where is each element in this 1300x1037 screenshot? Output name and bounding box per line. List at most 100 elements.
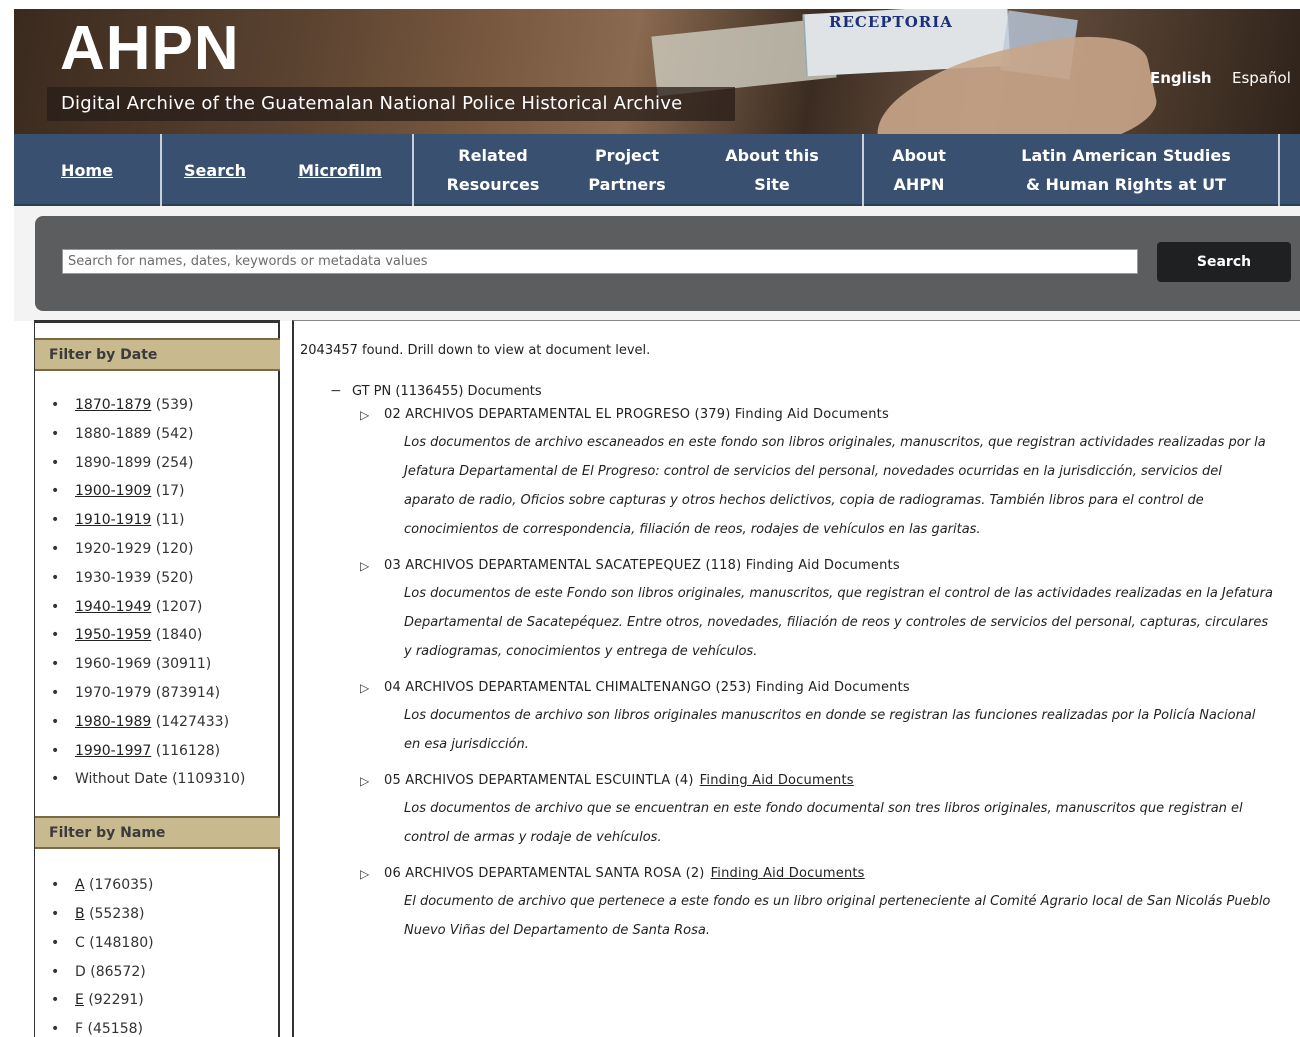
name-filter-count: (55238): [89, 905, 145, 922]
filter-sidebar: Filter by Date 1870-1879 (539) 1880-1889…: [34, 320, 280, 1037]
date-filter-link[interactable]: 1880-1889: [75, 426, 151, 442]
date-filter-count: (1207): [155, 598, 203, 615]
name-filter-link[interactable]: F: [75, 1021, 83, 1037]
search-button[interactable]: Search: [1157, 242, 1291, 282]
expand-arrow-icon[interactable]: ▷: [360, 559, 384, 573]
nav-home[interactable]: Home: [14, 134, 162, 206]
tree-node-label[interactable]: 05 ARCHIVOS DEPARTAMENTAL ESCUINTLA (4): [384, 773, 694, 788]
date-filter-link[interactable]: 1970-1979: [75, 685, 151, 701]
date-filter-count: (520): [155, 569, 194, 586]
finding-aid-link[interactable]: Finding Aid Documents: [711, 866, 865, 881]
tree-node-label[interactable]: 06 ARCHIVOS DEPARTAMENTAL SANTA ROSA (2): [384, 866, 705, 881]
expand-arrow-icon[interactable]: ▷: [360, 681, 384, 695]
date-filter-link[interactable]: 1900-1909: [75, 483, 151, 499]
nav-search-label[interactable]: Search: [184, 156, 246, 185]
date-filter-link[interactable]: 1890-1899: [75, 455, 151, 471]
name-filter-link[interactable]: E: [75, 992, 84, 1008]
date-filter-item[interactable]: Without Date (1109310): [51, 765, 278, 794]
nav-project-partners[interactable]: Project Partners: [572, 134, 682, 206]
date-filter-item[interactable]: 1910-1919 (11): [51, 506, 278, 535]
date-filter-count: (254): [155, 454, 194, 471]
name-filter-link[interactable]: A: [75, 877, 85, 893]
date-filter-item[interactable]: 1970-1979 (873914): [51, 679, 278, 708]
nav-latin-american-studies[interactable]: Latin American Studies & Human Rights at…: [974, 134, 1280, 206]
nav-about-ahpn-label[interactable]: About AHPN: [892, 141, 946, 199]
date-filter-item[interactable]: 1980-1989 (1427433): [51, 708, 278, 737]
date-filter-link[interactable]: 1910-1919: [75, 512, 151, 528]
nav-about-site[interactable]: About this Site: [682, 134, 864, 206]
expand-arrow-icon[interactable]: ▷: [360, 867, 384, 881]
date-filter-link[interactable]: 1960-1969: [75, 656, 151, 672]
tree-node-label[interactable]: 03 ARCHIVOS DEPARTAMENTAL SACATEPEQUEZ (…: [384, 558, 900, 573]
date-filter-item[interactable]: 1920-1929 (120): [51, 535, 278, 564]
name-filter-item[interactable]: F (45158): [51, 1015, 278, 1037]
search-input[interactable]: [62, 249, 1138, 274]
date-filter-count: (120): [155, 540, 194, 557]
date-filter-item[interactable]: 1900-1909 (17): [51, 477, 278, 506]
tree-node-description: El documento de archivo que pertenece a …: [404, 894, 1271, 938]
date-filter-count: (116128): [155, 742, 221, 759]
site-logo[interactable]: AHPN: [60, 13, 240, 84]
date-filter-link[interactable]: 1870-1879: [75, 397, 151, 413]
name-filter-count: (45158): [87, 1021, 143, 1037]
date-filter-link[interactable]: 1980-1989: [75, 714, 151, 730]
name-filter-item[interactable]: C (148180): [51, 929, 278, 958]
date-filter-link[interactable]: 1950-1959: [75, 627, 151, 643]
finding-aid-link[interactable]: Finding Aid Documents: [700, 773, 854, 788]
expand-arrow-icon[interactable]: ▷: [360, 774, 384, 788]
search-panel: Search: [35, 216, 1300, 311]
name-filter-item[interactable]: A (176035): [51, 871, 278, 900]
main-nav: Home Search Microfilm Related Resources …: [14, 134, 1300, 206]
name-filter-count: (86572): [90, 963, 146, 980]
nav-microfilm[interactable]: Microfilm: [268, 134, 414, 206]
language-english-link[interactable]: English: [1150, 69, 1212, 87]
nav-project-partners-label[interactable]: Project Partners: [588, 141, 665, 199]
name-filter-count: (176035): [89, 877, 154, 894]
results-tree: − GT PN (1136455) Documents ▷ 02 ARCHIVO…: [330, 383, 1290, 945]
name-filter-count: (148180): [89, 934, 154, 951]
tree-node-label[interactable]: 02 ARCHIVOS DEPARTAMENTAL EL PROGRESO (3…: [384, 407, 889, 422]
name-filter-link[interactable]: D: [75, 964, 86, 980]
site-banner: RECEPTORIA AHPN Digital Archive of the G…: [14, 9, 1300, 134]
name-filter-item[interactable]: E (92291): [51, 986, 278, 1015]
nav-microfilm-label[interactable]: Microfilm: [298, 156, 382, 185]
nav-latin-american-studies-label[interactable]: Latin American Studies & Human Rights at…: [1014, 141, 1238, 199]
collapse-icon[interactable]: −: [330, 383, 352, 399]
expand-arrow-icon[interactable]: ▷: [360, 408, 384, 422]
date-filter-item[interactable]: 1960-1969 (30911): [51, 650, 278, 679]
tree-node: ▷ 02 ARCHIVOS DEPARTAMENTAL EL PROGRESO …: [360, 407, 1290, 544]
tree-root-label[interactable]: GT PN (1136455) Documents: [352, 384, 542, 399]
nav-related-resources-label[interactable]: Related Resources: [444, 141, 542, 199]
date-filter-link[interactable]: Without Date: [75, 771, 168, 787]
date-filter-link[interactable]: 1920-1929: [75, 541, 151, 557]
tree-node-label[interactable]: 04 ARCHIVOS DEPARTAMENTAL CHIMALTENANGO …: [384, 680, 910, 695]
date-filter-count: (873914): [155, 684, 221, 701]
name-filter-link[interactable]: B: [75, 906, 85, 922]
nav-related-resources[interactable]: Related Resources: [414, 134, 572, 206]
date-filter-item[interactable]: 1990-1997 (116128): [51, 737, 278, 766]
name-filter-link[interactable]: C: [75, 935, 85, 951]
nav-search[interactable]: Search: [162, 134, 268, 206]
results-count: 2043457 found. Drill down to view at doc…: [300, 343, 651, 358]
date-filter-link[interactable]: 1940-1949: [75, 599, 151, 615]
tree-node-title: ▷ 03 ARCHIVOS DEPARTAMENTAL SACATEPEQUEZ…: [360, 558, 1290, 573]
filter-by-name-heading: Filter by Name: [35, 816, 280, 850]
name-filter-item[interactable]: B (55238): [51, 900, 278, 929]
tree-node: ▷ 04 ARCHIVOS DEPARTAMENTAL CHIMALTENANG…: [360, 680, 1290, 759]
date-filter-link[interactable]: 1990-1997: [75, 743, 151, 759]
nav-about-site-label[interactable]: About this Site: [722, 141, 822, 199]
date-filter-item[interactable]: 1930-1939 (520): [51, 564, 278, 593]
date-filter-item[interactable]: 1940-1949 (1207): [51, 593, 278, 622]
date-filter-count: (17): [155, 483, 185, 500]
date-filter-item[interactable]: 1880-1889 (542): [51, 420, 278, 449]
name-filter-item[interactable]: D (86572): [51, 958, 278, 987]
nav-home-label[interactable]: Home: [61, 156, 113, 185]
date-filter-item[interactable]: 1890-1899 (254): [51, 449, 278, 478]
language-spanish-link[interactable]: Español: [1232, 69, 1291, 87]
date-filter-item[interactable]: 1870-1879 (539): [51, 391, 278, 420]
tree-node-title: ▷ 04 ARCHIVOS DEPARTAMENTAL CHIMALTENANG…: [360, 680, 1290, 695]
nav-about-ahpn[interactable]: About AHPN: [864, 134, 974, 206]
page: RECEPTORIA AHPN Digital Archive of the G…: [14, 9, 1300, 1037]
date-filter-item[interactable]: 1950-1959 (1840): [51, 621, 278, 650]
date-filter-link[interactable]: 1930-1939: [75, 570, 151, 586]
